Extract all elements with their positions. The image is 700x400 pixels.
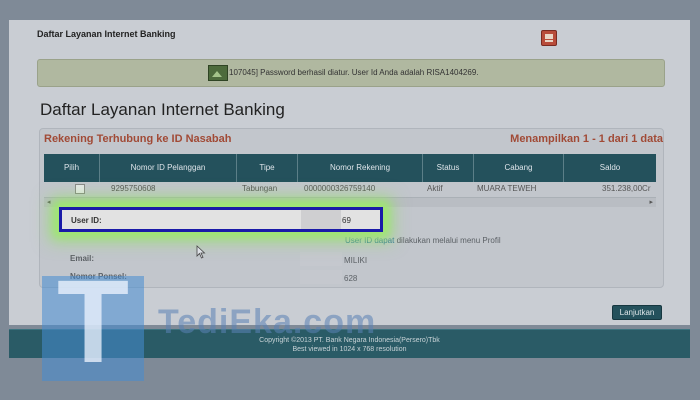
table-header: Pilih Nomor ID Pelanggan Tipe Nomor Reke…: [44, 154, 656, 182]
cell-saldo: 351.238,00Cr: [602, 184, 651, 193]
page-title: Daftar Layanan Internet Banking: [40, 100, 285, 119]
profile-note: User ID dapat dilakukan melalui menu Pro…: [345, 236, 501, 245]
user-id-highlight: User ID: 69: [59, 207, 383, 232]
col-status: Status: [423, 154, 474, 182]
continue-button[interactable]: Lanjutkan: [612, 305, 662, 320]
watermark-text: TediEka.com: [158, 303, 377, 341]
phone-value: 628: [344, 274, 358, 283]
cell-pelanggan: 9295750608: [111, 184, 156, 193]
cell-status: Aktif: [427, 184, 443, 193]
scroll-right-icon[interactable]: ▸: [649, 198, 653, 207]
col-nomor-id-pelanggan: Nomor ID Pelanggan: [100, 154, 237, 182]
profile-note-link[interactable]: User ID dapat: [345, 236, 394, 245]
redaction-mask: [301, 210, 341, 229]
cell-cabang: MUARA TEWEH: [477, 184, 537, 193]
watermark-letter: T: [56, 256, 130, 388]
cell-tipe: Tabungan: [242, 184, 278, 193]
watermark-logo: T: [42, 262, 144, 382]
col-cabang: Cabang: [474, 154, 564, 182]
header-title: Daftar Layanan Internet Banking: [37, 29, 176, 39]
col-nomor-rekening: Nomor Rekening: [298, 154, 423, 182]
col-pilih: Pilih: [44, 154, 100, 182]
scroll-left-icon[interactable]: ◂: [47, 198, 51, 207]
record-count: Menampilkan 1 - 1 dari 1 data: [510, 133, 663, 145]
success-alert: 107045] Password berhasil diatur. User I…: [37, 59, 665, 87]
user-id-value: 69: [342, 216, 351, 225]
redaction-mask: [300, 270, 342, 284]
user-id-label: User ID:: [71, 216, 102, 225]
image-icon: [208, 65, 228, 81]
alert-message: 107045] Password berhasil diatur. User I…: [229, 68, 479, 77]
printer-icon[interactable]: [541, 30, 557, 46]
table-row: 9295750608 Tabungan 0000000326759140 Akt…: [44, 182, 656, 195]
profile-note-text: dilakukan melalui menu Profil: [396, 236, 501, 245]
email-value: MILIKI: [344, 256, 368, 265]
col-saldo: Saldo: [599, 163, 621, 172]
mouse-cursor-icon: [196, 245, 206, 259]
cell-rekening: 0000000326759140: [304, 184, 376, 193]
redaction-mask: [300, 252, 342, 266]
horizontal-scrollbar[interactable]: ◂ ▸: [44, 197, 656, 207]
row-checkbox[interactable]: [75, 184, 85, 194]
panel-heading: Rekening Terhubung ke ID Nasabah: [44, 133, 232, 145]
col-tipe: Tipe: [237, 154, 298, 182]
